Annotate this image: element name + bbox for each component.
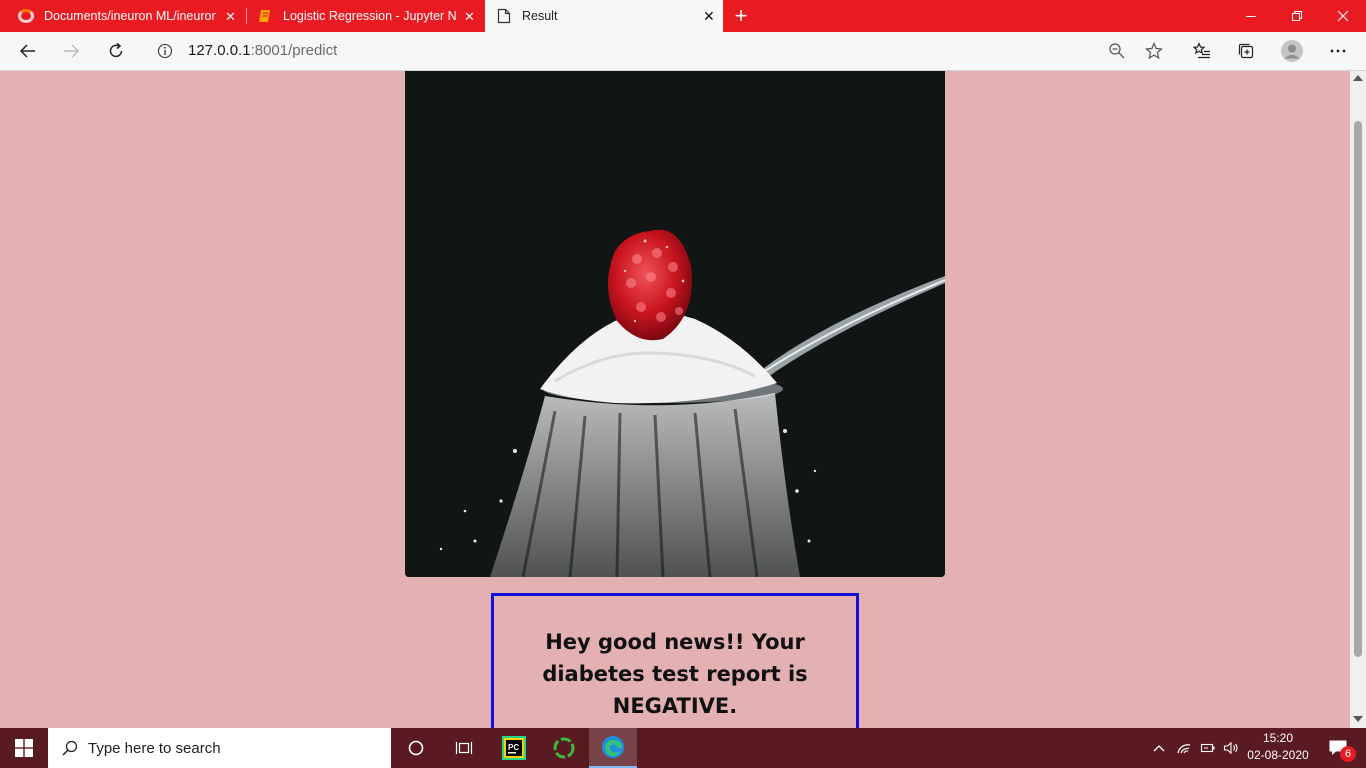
sugar-spoon-illustration: [405, 71, 945, 577]
close-icon[interactable]: ✕: [225, 10, 236, 23]
page-icon: [497, 8, 511, 24]
scroll-down-arrow-icon[interactable]: [1353, 716, 1363, 722]
address-toolbar: 127.0.0.1:8001/predict: [0, 32, 1366, 71]
edge-browser-icon[interactable]: [589, 728, 637, 768]
clock-time: 15:20: [1262, 731, 1294, 745]
notifications-icon[interactable]: 6: [1318, 728, 1358, 768]
windows-taskbar: Type here to search PC 15:20 02-08-2020 …: [0, 728, 1366, 768]
scroll-thumb[interactable]: [1354, 121, 1362, 657]
refresh-icon[interactable]: [98, 32, 134, 70]
url-field[interactable]: 127.0.0.1:8001/predict: [188, 32, 337, 70]
app-green-ring-icon[interactable]: [540, 728, 588, 768]
result-box: Hey good news!! Your diabetes test repor…: [491, 593, 859, 728]
battery-icon[interactable]: [1198, 728, 1218, 768]
close-window-icon[interactable]: [1320, 0, 1366, 32]
notification-count-badge: 6: [1340, 746, 1356, 762]
clock-date: 02-08-2020: [1247, 748, 1309, 762]
tab-documents[interactable]: Documents/ineuron ML/ineuron ✕: [0, 0, 246, 32]
windows-start-icon[interactable]: [0, 728, 48, 768]
taskbar-clock[interactable]: 15:20 02-08-2020: [1244, 730, 1312, 764]
site-info-icon[interactable]: [147, 32, 183, 70]
minimize-icon[interactable]: [1228, 0, 1274, 32]
more-options-icon[interactable]: [1320, 32, 1356, 70]
cortana-circle-icon[interactable]: [392, 728, 440, 768]
profile-avatar-icon[interactable]: [1274, 32, 1310, 70]
back-arrow-icon[interactable]: [10, 32, 46, 70]
scroll-up-arrow-icon[interactable]: [1353, 75, 1363, 81]
result-message: Hey good news!! Your diabetes test repor…: [542, 630, 808, 718]
url-path: :8001/predict: [250, 42, 338, 59]
tab-title: Logistic Regression - Jupyter Not: [283, 9, 457, 23]
browser-tab-bar: Documents/ineuron ML/ineuron ✕ Logistic …: [0, 0, 1366, 32]
opera-ring-icon: [18, 9, 34, 23]
favorite-star-icon[interactable]: [1136, 32, 1172, 70]
page-content: Hey good news!! Your diabetes test repor…: [0, 71, 1350, 728]
zoom-icon[interactable]: [1099, 32, 1135, 70]
vertical-scrollbar[interactable]: [1350, 71, 1366, 728]
tab-title: Result: [522, 9, 558, 23]
chevron-up-icon[interactable]: [1150, 728, 1168, 768]
forward-arrow-icon[interactable]: [53, 32, 89, 70]
notebook-icon: [259, 10, 270, 22]
new-tab-icon[interactable]: +: [728, 0, 754, 32]
restore-icon[interactable]: [1274, 0, 1320, 32]
close-icon[interactable]: ✕: [703, 9, 715, 23]
tab-result[interactable]: Result ✕: [485, 0, 723, 32]
pycharm-app-icon[interactable]: PC: [490, 728, 538, 768]
tab-jupyter[interactable]: Logistic Regression - Jupyter Not ✕: [247, 0, 485, 32]
volume-icon[interactable]: [1221, 728, 1241, 768]
svg-text:PC: PC: [508, 743, 519, 752]
task-view-icon[interactable]: [440, 728, 488, 768]
wifi-icon[interactable]: [1174, 728, 1194, 768]
search-icon: [62, 740, 78, 756]
tab-title: Documents/ineuron ML/ineuron: [44, 9, 216, 23]
sugar-spoon-raspberry-image: [405, 71, 945, 577]
collections-icon[interactable]: [1228, 32, 1264, 70]
taskbar-search-box[interactable]: Type here to search: [48, 728, 391, 768]
favorites-list-icon[interactable]: [1184, 32, 1220, 70]
close-icon[interactable]: ✕: [464, 10, 475, 23]
url-host: 127.0.0.1: [188, 42, 251, 59]
search-placeholder: Type here to search: [88, 739, 221, 757]
